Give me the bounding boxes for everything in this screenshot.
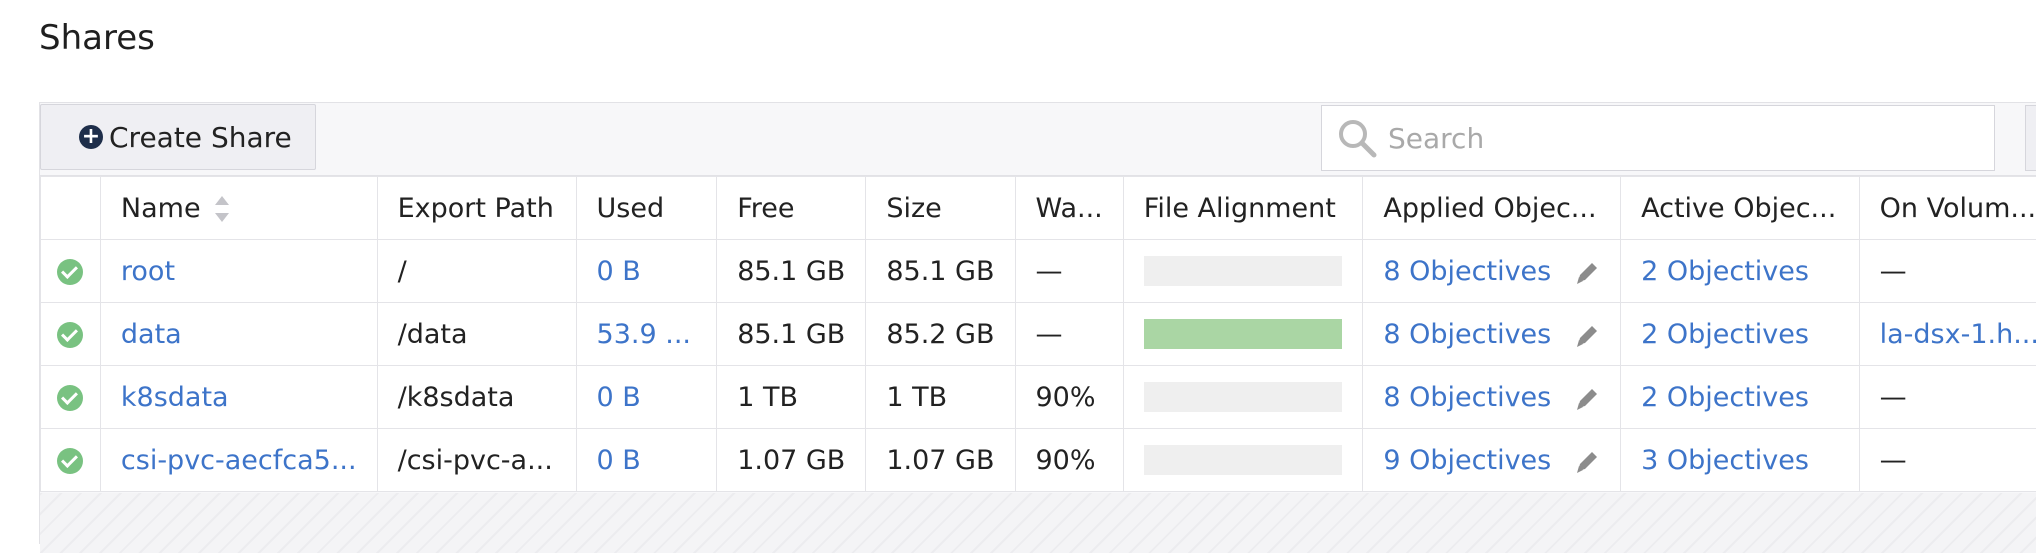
pencil-icon[interactable] — [1572, 258, 1602, 288]
volume-value: — — [1859, 240, 2036, 303]
free-value: 85.1 GB — [717, 303, 866, 366]
export-path: /k8sdata — [377, 366, 576, 429]
free-value: 85.1 GB — [717, 240, 866, 303]
used-link[interactable]: 0 B — [576, 366, 717, 429]
check-circle-icon — [57, 448, 83, 474]
column-header-warn[interactable]: Wa... — [1015, 177, 1123, 240]
file-alignment-cell — [1123, 366, 1363, 429]
used-link[interactable]: 0 B — [576, 429, 717, 492]
table-row: csi-pvc-aecfca5... /csi-pvc-a... 0 B 1.0… — [41, 429, 2036, 492]
toolbar-extra-button[interactable] — [2025, 105, 2036, 171]
status-cell — [41, 429, 101, 492]
pencil-icon[interactable] — [1572, 321, 1602, 351]
column-header-export-path[interactable]: Export Path — [377, 177, 576, 240]
active-objectives-link[interactable]: 3 Objectives — [1621, 429, 1860, 492]
page-title: Shares — [39, 18, 155, 58]
warn-value: — — [1015, 303, 1123, 366]
applied-objectives-cell: 8 Objectives — [1363, 366, 1621, 429]
toolbar: + Create Share — [40, 103, 2036, 176]
warn-value: — — [1015, 240, 1123, 303]
share-name-link[interactable]: csi-pvc-aecfca5... — [100, 429, 377, 492]
search-icon — [1336, 117, 1378, 159]
applied-objectives-cell: 9 Objectives — [1363, 429, 1621, 492]
file-alignment-cell — [1123, 240, 1363, 303]
file-alignment-cell — [1123, 429, 1363, 492]
table-row: k8sdata /k8sdata 0 B 1 TB 1 TB 90% 8 Obj… — [41, 366, 2036, 429]
create-share-button[interactable]: + Create Share — [40, 104, 316, 170]
export-path: / — [377, 240, 576, 303]
active-objectives-link[interactable]: 2 Objectives — [1621, 303, 1860, 366]
pencil-icon[interactable] — [1572, 447, 1602, 477]
used-link[interactable]: 53.9 ... — [576, 303, 717, 366]
pencil-icon[interactable] — [1572, 384, 1602, 414]
active-objectives-link[interactable]: 2 Objectives — [1621, 240, 1860, 303]
share-name-link[interactable]: root — [100, 240, 377, 303]
column-header-on-volume[interactable]: On Volum... — [1859, 177, 2036, 240]
warn-value: 90% — [1015, 429, 1123, 492]
table-row: data /data 53.9 ... 85.1 GB 85.2 GB — 8 … — [41, 303, 2036, 366]
applied-objectives-link[interactable]: 8 Objectives — [1383, 319, 1551, 350]
column-header-name[interactable]: Name — [100, 177, 377, 240]
column-header-status — [41, 177, 101, 240]
check-circle-icon — [57, 385, 83, 411]
column-header-label: Name — [121, 193, 201, 224]
column-header-file-alignment[interactable]: File Alignment — [1123, 177, 1363, 240]
warn-value: 90% — [1015, 366, 1123, 429]
free-value: 1 TB — [717, 366, 866, 429]
status-cell — [41, 366, 101, 429]
shares-panel: + Create Share — [39, 102, 2036, 544]
size-value: 85.1 GB — [866, 240, 1015, 303]
volume-value: — — [1859, 366, 2036, 429]
applied-objectives-cell: 8 Objectives — [1363, 240, 1621, 303]
check-circle-icon — [57, 322, 83, 348]
share-name-link[interactable]: k8sdata — [100, 366, 377, 429]
table-row: root / 0 B 85.1 GB 85.1 GB — 8 Objective… — [41, 240, 2036, 303]
file-alignment-bar — [1144, 256, 1342, 286]
size-value: 85.2 GB — [866, 303, 1015, 366]
status-cell — [41, 240, 101, 303]
column-header-size[interactable]: Size — [866, 177, 1015, 240]
check-circle-icon — [57, 259, 83, 285]
applied-objectives-link[interactable]: 9 Objectives — [1383, 445, 1551, 476]
plus-circle-icon: + — [79, 125, 103, 149]
size-value: 1.07 GB — [866, 429, 1015, 492]
volume-link[interactable]: la-dsx-1.h... — [1859, 303, 2036, 366]
file-alignment-bar — [1144, 445, 1342, 475]
shares-table: Name Export Path Used Free Size Wa... Fi… — [40, 176, 2036, 492]
file-alignment-bar — [1144, 319, 1342, 349]
create-share-label: Create Share — [109, 121, 292, 154]
used-link[interactable]: 0 B — [576, 240, 717, 303]
table-empty-area — [40, 493, 2036, 553]
search-input[interactable] — [1386, 121, 1950, 156]
sort-icon[interactable] — [215, 196, 229, 222]
applied-objectives-link[interactable]: 8 Objectives — [1383, 382, 1551, 413]
applied-objectives-link[interactable]: 8 Objectives — [1383, 256, 1551, 287]
column-header-used[interactable]: Used — [576, 177, 717, 240]
volume-value: — — [1859, 429, 2036, 492]
table-header-row: Name Export Path Used Free Size Wa... Fi… — [41, 177, 2036, 240]
active-objectives-link[interactable]: 2 Objectives — [1621, 366, 1860, 429]
size-value: 1 TB — [866, 366, 1015, 429]
status-cell — [41, 303, 101, 366]
column-header-free[interactable]: Free — [717, 177, 866, 240]
export-path: /csi-pvc-a... — [377, 429, 576, 492]
applied-objectives-cell: 8 Objectives — [1363, 303, 1621, 366]
export-path: /data — [377, 303, 576, 366]
column-header-active-objectives[interactable]: Active Objec... — [1621, 177, 1860, 240]
column-header-applied-objectives[interactable]: Applied Objec... — [1363, 177, 1621, 240]
file-alignment-bar — [1144, 382, 1342, 412]
file-alignment-cell — [1123, 303, 1363, 366]
file-alignment-fill — [1144, 319, 1342, 349]
search-box[interactable] — [1321, 105, 1995, 171]
share-name-link[interactable]: data — [100, 303, 377, 366]
free-value: 1.07 GB — [717, 429, 866, 492]
